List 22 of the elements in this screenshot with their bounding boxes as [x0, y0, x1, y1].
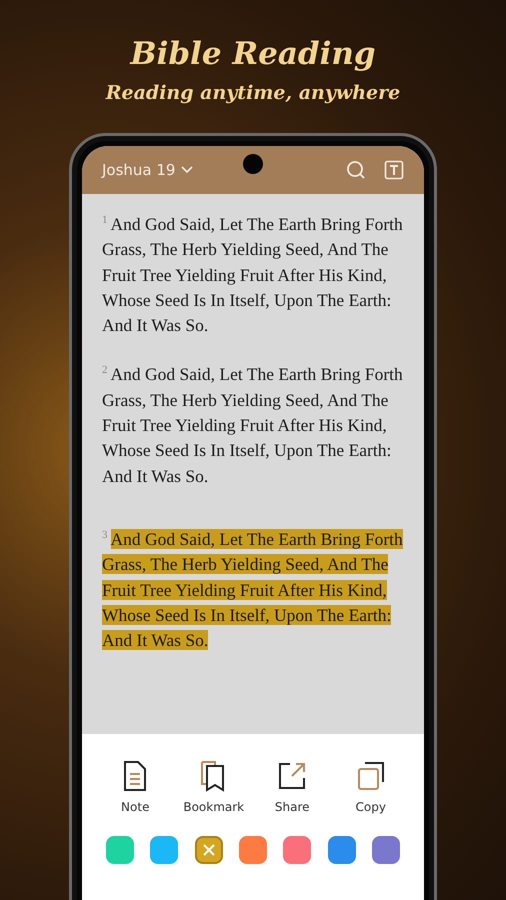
chevron-down-icon[interactable]	[181, 166, 194, 174]
copy-icon	[356, 760, 386, 792]
copy-button[interactable]: Copy	[334, 760, 407, 814]
camera-hole	[243, 154, 263, 174]
search-icon[interactable]	[346, 160, 366, 180]
verse-text[interactable]: $^{1}$ And God Said, Let The Earth Bring Forth Grass, The Herb Yielding Seed, And The Fruit Tree Yielding Fruit After His Kind, Whose Seed Is In Itself, Upon The Earth: And It Was So.	[102, 208, 404, 338]
highlight-color-swatch[interactable]	[328, 836, 356, 864]
verse-text[interactable]: $^{2}$ And God Said, Let The Earth Bring Forth Grass, The Herb Yielding Seed, And The Fruit Tree Yielding Fruit After His Kind, Whose Seed Is In Itself, Upon The Earth: And It Was So.	[102, 358, 404, 489]
share-button[interactable]: Share	[256, 760, 328, 814]
highlight-color-swatch[interactable]	[194, 836, 223, 864]
highlight-color-swatch[interactable]	[238, 836, 267, 864]
highlight-color-swatch[interactable]	[283, 836, 312, 864]
bookmark-button[interactable]: Bookmark	[178, 760, 250, 814]
text-size-icon[interactable]	[384, 160, 404, 180]
promo-title: Bible Reading	[130, 35, 376, 74]
note-button[interactable]: Note	[99, 760, 172, 814]
highlight-color-swatch[interactable]	[372, 836, 400, 864]
highlight-color-swatch[interactable]	[150, 836, 178, 864]
promo-subtitle: Reading anytime, anywhere	[106, 81, 400, 106]
close-icon	[202, 843, 216, 857]
share-icon	[277, 760, 308, 792]
highlight-color-swatch[interactable]	[106, 836, 134, 864]
